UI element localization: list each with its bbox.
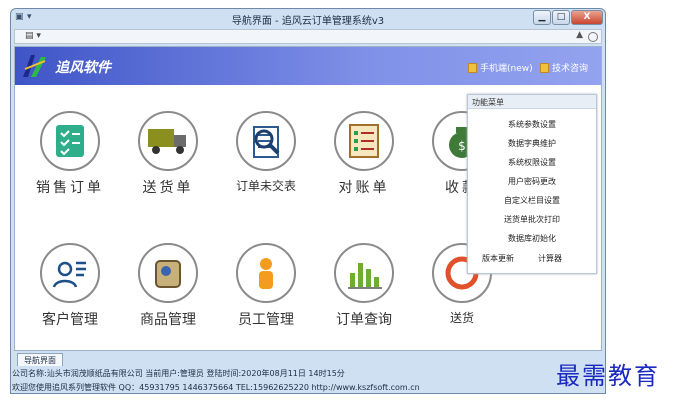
app-name: 追风软件 [55,60,111,76]
tile-label: 送货单 [142,180,194,196]
statement-icon [334,111,394,171]
watermark: 最需教育 [556,362,660,390]
tile-label: 商品管理 [140,312,196,328]
menu-item-change-password[interactable]: 用户密码更改 [468,176,596,187]
tile-employee-management[interactable]: 员工管理 [221,243,311,329]
tile-label: 对账单 [338,180,390,196]
main-client-area: 追风软件 手机端(new) 技术咨询 销售订单 送货单 订单未交表 对账单 $ … [14,46,602,351]
close-button[interactable]: X [571,10,603,25]
title-bar: ▣ ▾ 导航界面 - 追风云订单管理系统v3 ▁ □ X [11,9,605,28]
app-window: ▣ ▾ 导航界面 - 追风云订单管理系统v3 ▁ □ X ▤ ▾ ▲ 追风软件 … [10,8,606,394]
tile-label: 订单查询 [336,312,392,328]
function-menu-panel: 功能菜单 系统参数设置 数据字典维护 系统权限设置 用户密码更改 自定义栏目设置… [467,94,597,274]
menu-item-permissions[interactable]: 系统权限设置 [468,157,596,168]
menu-item-batch-print[interactable]: 送货单批次打印 [468,214,596,225]
tile-delivery-note[interactable]: 送货单 [123,111,213,197]
tile-label: 送货 [449,311,474,325]
delivery-truck-icon [138,111,198,171]
window-title: 导航界面 - 追风云订单管理系统v3 [231,16,385,27]
tile-unfulfilled-orders[interactable]: 订单未交表 [221,111,311,194]
support-link-label: 技术咨询 [552,64,589,74]
product-icon [138,243,198,303]
customer-icon [40,243,100,303]
tile-sales-order[interactable]: 销售订单 [25,111,115,197]
panel-title: 功能菜单 [468,95,596,109]
document-icon [540,63,549,73]
sales-order-icon [40,111,100,171]
tile-label: 员工管理 [238,312,294,328]
support-link[interactable]: 技术咨询 [540,61,588,74]
tile-customer-management[interactable]: 客户管理 [25,243,115,329]
help-icon[interactable] [588,32,598,42]
tile-product-management[interactable]: 商品管理 [123,243,213,329]
menu-item-data-dictionary[interactable]: 数据字典维护 [468,138,596,149]
minimize-button[interactable]: ▁ [533,10,551,25]
svg-text:$: $ [458,139,466,153]
maximize-button[interactable]: □ [552,10,570,25]
calculator-button[interactable]: 计算器 [538,253,562,264]
search-document-icon [236,111,296,171]
status-bar: 导航界面 公司名称:汕头市润茂顺纸品有限公司 当前用户:管理员 登陆时间:202… [12,353,602,393]
tile-label: 订单未交表 [235,179,296,193]
document-icon [468,63,477,73]
welcome-info: 欢迎您使用追风系列管理软件 QQ：45931795 1446375664 TEL… [12,383,420,392]
version-update-button[interactable]: 版本更新 [482,253,514,264]
toolbar-menu-button[interactable]: ▤ ▾ [25,31,41,41]
tile-label: 销售订单 [36,180,104,196]
tile-label: 客户管理 [42,312,98,328]
toolbar: ▤ ▾ ▲ [14,29,602,44]
mobile-link[interactable]: 手机端(new) [468,61,533,74]
logo-icon [23,55,46,77]
banner: 追风软件 手机端(new) 技术咨询 [15,47,601,85]
menu-item-system-params[interactable]: 系统参数设置 [468,119,596,130]
tile-order-query[interactable]: 订单查询 [319,243,409,329]
tab-navigation[interactable]: 导航界面 [17,353,63,366]
menu-item-db-init[interactable]: 数据库初始化 [468,233,596,244]
chart-icon [334,243,394,303]
collapse-up-icon[interactable]: ▲ [576,30,583,40]
mobile-link-label: 手机端(new) [480,64,533,74]
menu-item-custom-columns[interactable]: 自定义栏目设置 [468,195,596,206]
employee-icon [236,243,296,303]
company-info: 公司名称:汕头市润茂顺纸品有限公司 当前用户:管理员 登陆时间:2020年08月… [12,369,345,378]
tile-statement[interactable]: 对账单 [319,111,409,197]
